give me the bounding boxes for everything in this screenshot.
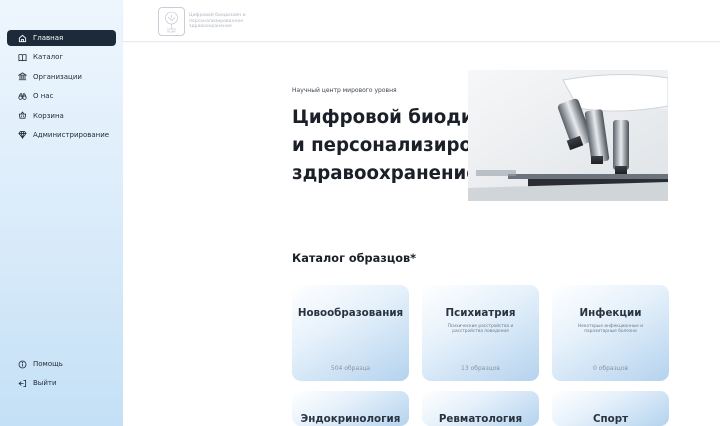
top-bar: НЦМУ Цифровой биодизайн и персонализиров…: [123, 0, 720, 42]
sidebar-item-about[interactable]: О нас: [7, 88, 116, 104]
sidebar-item-label: Организации: [33, 72, 82, 81]
catalog-card-endocrinology[interactable]: Эндокринология: [292, 391, 409, 426]
hero-subtitle: Научный центр мирового уровня: [292, 87, 397, 94]
sidebar-item-label: О нас: [33, 92, 54, 101]
catalog-card-rheumatology[interactable]: Ревматология: [422, 391, 539, 426]
catalog-card-sport[interactable]: Спорт: [552, 391, 669, 426]
card-count: 0 образцов: [592, 365, 629, 372]
sidebar-item-label: Выйти: [33, 379, 57, 388]
sidebar-item-label: Каталог: [33, 53, 64, 62]
sidebar-bottom-nav: Помощь Выйти: [7, 356, 116, 395]
sidebar-item-catalog[interactable]: Каталог: [7, 49, 116, 65]
sidebar-item-home[interactable]: Главная: [7, 30, 116, 46]
sidebar-item-administration[interactable]: Администрирование: [7, 127, 116, 143]
tree-logo-icon: НЦМУ: [158, 7, 185, 36]
logout-icon: [18, 379, 27, 388]
sidebar-item-label: Помощь: [33, 360, 63, 368]
hero-title-line: здравоохранение: [292, 163, 479, 184]
sidebar-item-label: Корзина: [33, 111, 64, 120]
sidebar-item-label: Главная: [33, 34, 64, 42]
logo-text: Цифровой биодизайн и персонализированное…: [189, 13, 246, 30]
catalog-card-infections[interactable]: Инфекции Некоторые инфекционные и парази…: [552, 285, 669, 381]
binoculars-icon: [18, 92, 27, 101]
card-description: Некоторые инфекционные и паразитарные бо…: [577, 324, 644, 335]
info-icon: [18, 360, 27, 369]
catalog-card-psychiatry[interactable]: Психиатрия Психические расстройства и ра…: [422, 285, 539, 381]
card-title: Инфекции: [579, 307, 642, 319]
cart-icon: [18, 111, 27, 120]
card-description: Психические расстройства и расстройства …: [447, 324, 514, 335]
sidebar-item-cart[interactable]: Корзина: [7, 108, 116, 124]
card-title: Ревматология: [438, 413, 523, 425]
sidebar: Главная Каталог Организации О нас Корзин…: [0, 0, 123, 426]
sidebar-item-organizations[interactable]: Организации: [7, 69, 116, 85]
catalog-title: Каталог образцов*: [292, 252, 417, 265]
diamond-icon: [18, 130, 27, 140]
book-icon: [18, 53, 27, 62]
card-title: Спорт: [592, 413, 629, 425]
logo[interactable]: НЦМУ Цифровой биодизайн и персонализиров…: [158, 7, 249, 36]
sidebar-item-logout[interactable]: Выйти: [7, 375, 116, 391]
card-count: 13 образцов: [461, 365, 500, 372]
card-title: Эндокринология: [300, 413, 401, 425]
card-count: 504 образца: [330, 365, 371, 372]
sidebar-nav: Главная Каталог Организации О нас Корзин…: [7, 30, 116, 146]
home-icon: [18, 34, 27, 43]
logo-abbr: НЦМУ: [167, 30, 176, 34]
card-title: Психиатрия: [445, 307, 516, 319]
sidebar-item-help[interactable]: Помощь: [7, 356, 116, 372]
microscope-image: [468, 70, 668, 201]
catalog-card-neoplasms[interactable]: Новообразования 504 образца: [292, 285, 409, 381]
sidebar-item-label: Администрирование: [33, 130, 110, 139]
card-title: Новообразования: [297, 307, 404, 319]
institution-icon: [18, 72, 27, 81]
